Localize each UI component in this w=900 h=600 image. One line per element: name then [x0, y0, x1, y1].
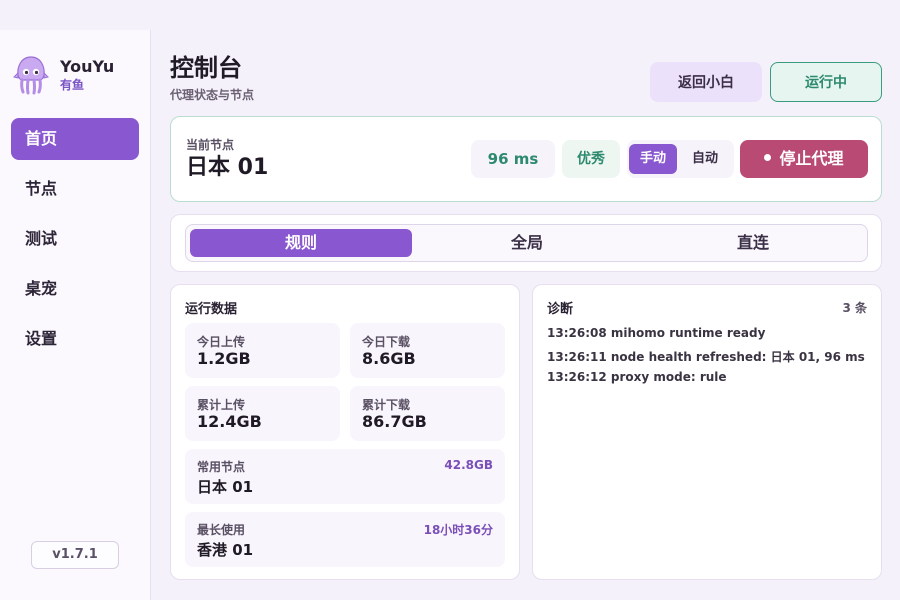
- log-line: 13:26:11 node health refreshed: 日本 01, 9…: [547, 350, 865, 364]
- latency-badge: 96 ms: [471, 140, 555, 178]
- stop-proxy-button[interactable]: 停止代理: [740, 140, 868, 178]
- diagnostics-card: 诊断 3 条 13:26:08 mihomo runtime ready 13:…: [532, 284, 882, 580]
- frequent-node-traffic: 42.8GB: [444, 458, 493, 472]
- stop-proxy-label: 停止代理: [779, 149, 844, 168]
- frequent-node-tile: 常用节点 42.8GB 日本 01: [185, 449, 505, 504]
- total-upload-tile: 累计上传 12.4GB: [185, 386, 340, 441]
- squid-icon: [13, 56, 49, 95]
- total-download-tile: 累计下载 86.7GB: [350, 386, 505, 441]
- brand: YouYu 有鱼: [13, 55, 114, 95]
- runtime-stats-title: 运行数据: [185, 302, 238, 317]
- today-download-tile: 今日下载 8.6GB: [350, 323, 505, 378]
- total-download-label: 累计下载: [362, 398, 411, 412]
- log-line: 13:26:12 proxy mode: rule: [547, 370, 727, 384]
- total-download-value: 86.7GB: [362, 412, 427, 431]
- log-line: 13:26:08 mihomo runtime ready: [547, 326, 766, 340]
- quality-badge: 优秀: [562, 140, 620, 178]
- current-node-card: 当前节点 日本 01 96 ms 优秀 手动 自动 停止代理: [170, 116, 882, 202]
- sidebar-item-settings[interactable]: 设置: [11, 318, 139, 360]
- mode-global-button[interactable]: 全局: [416, 229, 638, 257]
- diagnostics-count: 3 条: [842, 301, 867, 315]
- mode-direct-button[interactable]: 直连: [642, 229, 864, 257]
- current-node-name: 日本 01: [186, 155, 269, 180]
- total-upload-label: 累计上传: [197, 398, 246, 412]
- auto-toggle-button[interactable]: 自动: [681, 144, 729, 174]
- today-download-label: 今日下载: [362, 335, 411, 349]
- brand-subtitle: 有鱼: [60, 78, 85, 92]
- running-status-button[interactable]: 运行中: [770, 62, 882, 102]
- longest-use-label: 最长使用: [197, 523, 246, 537]
- diagnostics-title: 诊断: [547, 302, 574, 317]
- longest-use-tile: 最长使用 18小时36分 香港 01: [185, 512, 505, 567]
- brand-name: YouYu: [60, 57, 115, 76]
- version-badge: v1.7.1: [31, 541, 119, 569]
- sidebar-item-test[interactable]: 测试: [11, 218, 139, 260]
- today-download-value: 8.6GB: [362, 349, 416, 368]
- runtime-stats-card: 运行数据 今日上传 1.2GB 今日下载 8.6GB 累计上传 12.4GB 累…: [170, 284, 520, 580]
- frequent-node-name: 日本 01: [197, 478, 254, 496]
- selection-mode-toggle: 手动 自动: [627, 140, 734, 178]
- today-upload-value: 1.2GB: [197, 349, 251, 368]
- sidebar-item-nodes[interactable]: 节点: [11, 168, 139, 210]
- today-upload-label: 今日上传: [197, 335, 246, 349]
- back-to-simple-button[interactable]: 返回小白: [650, 62, 762, 102]
- frequent-node-label: 常用节点: [197, 460, 246, 474]
- today-upload-tile: 今日上传 1.2GB: [185, 323, 340, 378]
- page-title: 控制台: [170, 54, 242, 82]
- longest-use-duration: 18小时36分: [423, 523, 493, 537]
- current-node-label: 当前节点: [186, 138, 235, 152]
- status-dot-icon: [764, 154, 772, 161]
- mode-rule-button[interactable]: 规则: [190, 229, 412, 257]
- sidebar-nav: 首页 节点 测试 桌宠 设置: [11, 118, 139, 368]
- sidebar-item-home[interactable]: 首页: [11, 118, 139, 160]
- total-upload-value: 12.4GB: [197, 412, 262, 431]
- proxy-mode-card: 规则 全局 直连: [170, 214, 882, 272]
- proxy-mode-segmented-control: 规则 全局 直连: [185, 224, 868, 262]
- page-subtitle: 代理状态与节点: [170, 88, 255, 102]
- longest-use-node-name: 香港 01: [197, 541, 254, 559]
- manual-toggle-button[interactable]: 手动: [629, 144, 677, 174]
- sidebar: YouYu 有鱼 首页 节点 测试 桌宠 设置 v1.7.1: [0, 30, 151, 600]
- sidebar-item-desktop-pet[interactable]: 桌宠: [11, 268, 139, 310]
